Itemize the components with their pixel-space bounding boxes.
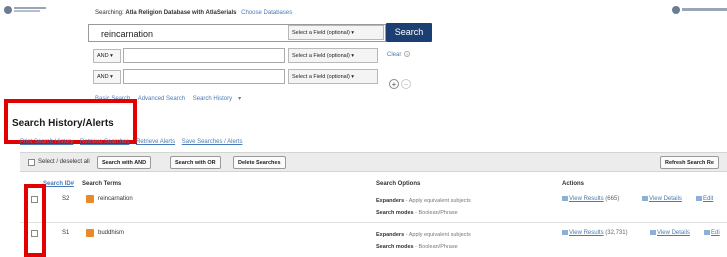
row-detail-actions: View Details: [642, 196, 682, 202]
edit-icon: [704, 230, 710, 235]
row-search-term: buddhism: [98, 230, 125, 236]
remove-row-icon[interactable]: −: [401, 79, 411, 89]
search-input-value: reincarnation: [101, 29, 154, 39]
refresh-search-results-button[interactable]: Refresh Search Re: [660, 156, 719, 169]
search-term-input-2[interactable]: [123, 48, 285, 63]
retrieve-alerts-link[interactable]: Retrieve Alerts: [136, 139, 175, 145]
seal-icon: [672, 6, 680, 14]
seal-icon: [4, 6, 12, 14]
col-search-terms: Search Terms: [82, 181, 122, 187]
search-with-and-button[interactable]: Search with AND: [97, 156, 152, 169]
retrieve-searches-link[interactable]: Retrieve Searches: [80, 139, 129, 145]
clear-link[interactable]: Clear: [387, 52, 401, 58]
field-select-2[interactable]: Select a Field (optional) ▾: [288, 48, 378, 63]
search-term-input-3[interactable]: [123, 69, 285, 84]
details-icon: [642, 196, 648, 201]
row-option-modes: Search modes - Boolean/Phrase: [376, 210, 458, 216]
institution-logo-left: [4, 6, 48, 14]
view-results-link[interactable]: View Results: [569, 230, 604, 236]
select-all-checkbox[interactable]: [28, 159, 35, 166]
print-history-link[interactable]: Print Search History: [20, 139, 73, 145]
help-icon[interactable]: ?: [404, 51, 410, 57]
col-search-options: Search Options: [376, 181, 421, 187]
row-detail-actions: View Details: [650, 230, 690, 236]
highlight-box-title: [4, 99, 137, 144]
row-divider: [20, 222, 727, 223]
row-search-id: S1: [62, 230, 70, 236]
row-edit-action: Edi: [704, 230, 720, 236]
result-count: (32,731): [605, 230, 628, 237]
save-searches-link[interactable]: Save Searches / Alerts: [182, 139, 243, 145]
document-icon: [86, 229, 94, 237]
view-details-link[interactable]: View Details: [657, 230, 690, 236]
details-icon: [650, 230, 656, 235]
result-count: (665): [605, 196, 620, 203]
row-edit-action: Edit: [696, 196, 713, 202]
row-actions: View Results (665): [562, 196, 619, 202]
row-option-expanders: Expanders - Apply equivalent subjects: [376, 232, 471, 238]
field-select-3[interactable]: Select a Field (optional) ▾: [288, 69, 378, 84]
field-select-1[interactable]: Select a Field (optional) ▾: [288, 25, 384, 40]
row-search-term: reincarnation: [98, 196, 133, 202]
add-row-icon[interactable]: +: [389, 79, 399, 89]
search-history-link[interactable]: Search History: [193, 96, 232, 102]
results-icon: [562, 196, 568, 201]
history-action-links: Print Search History Retrieve Searches R…: [20, 139, 247, 145]
col-actions: Actions: [562, 181, 585, 187]
row-search-id: S2: [62, 196, 70, 202]
edit-link[interactable]: Edit: [703, 196, 713, 202]
history-toolbar: Select / deselect all Search with AND Se…: [20, 152, 727, 172]
institution-logo-right: [672, 6, 727, 14]
view-results-link[interactable]: View Results: [569, 196, 604, 202]
advanced-search-link[interactable]: Advanced Search: [138, 96, 185, 102]
results-icon: [562, 230, 568, 235]
row-option-modes: Search modes - Boolean/Phrase: [376, 244, 458, 250]
delete-searches-button[interactable]: Delete Searches: [233, 156, 286, 169]
col-search-id[interactable]: Search ID#: [43, 181, 74, 187]
bool-operator-select-3[interactable]: AND ▾: [93, 70, 121, 84]
row-actions: View Results (32,731): [562, 230, 628, 236]
select-all-label: Select / deselect all: [38, 159, 90, 165]
search-with-or-button[interactable]: Search with OR: [170, 156, 221, 169]
bool-operator-select-2[interactable]: AND ▾: [93, 49, 121, 63]
searching-line: Searching: Atla Religion Database with A…: [95, 10, 292, 16]
database-name: Atla Religion Database with AtlaSerials: [125, 10, 237, 16]
searching-label: Searching:: [95, 10, 124, 16]
edit-icon: [696, 196, 702, 201]
highlight-box-checkboxes: [24, 184, 46, 257]
choose-databases-link[interactable]: Choose Databases: [241, 10, 292, 16]
edit-link[interactable]: Edi: [711, 230, 720, 236]
view-details-link[interactable]: View Details: [649, 196, 682, 202]
document-icon: [86, 195, 94, 203]
search-button[interactable]: Search: [386, 23, 432, 42]
row-option-expanders: Expanders - Apply equivalent subjects: [376, 198, 471, 204]
